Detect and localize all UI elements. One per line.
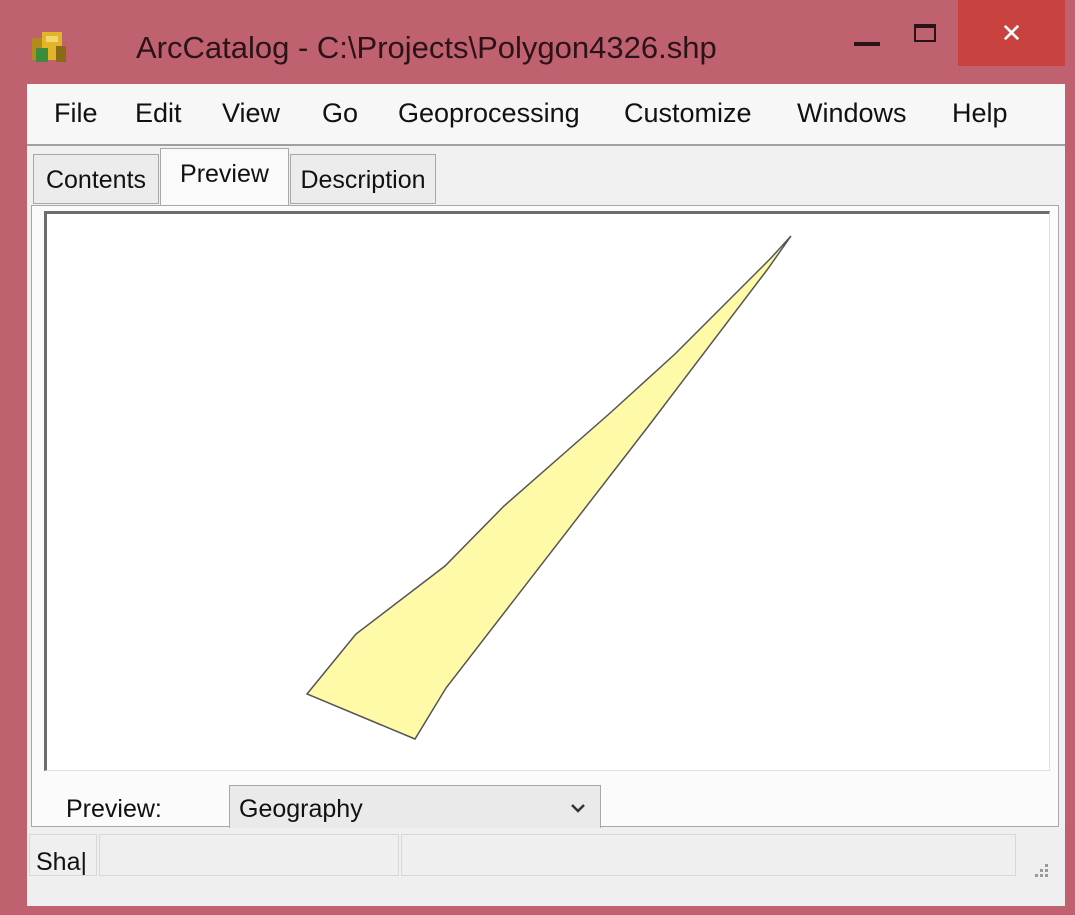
status-text: Sha| — [36, 848, 87, 876]
tab-preview[interactable]: Preview — [160, 148, 289, 206]
menu-view[interactable]: View — [222, 98, 280, 129]
tab-contents[interactable]: Contents — [33, 154, 159, 204]
maximize-icon[interactable] — [906, 16, 944, 54]
close-icon[interactable]: ✕ — [958, 0, 1065, 66]
tab-description[interactable]: Description — [290, 154, 436, 204]
geography-preview-canvas[interactable] — [44, 211, 1050, 771]
window-title: ArcCatalog - C:\Projects\Polygon4326.shp — [136, 30, 717, 65]
title-bar[interactable]: ArcCatalog - C:\Projects\Polygon4326.shp… — [0, 0, 1075, 84]
preview-mode-select[interactable]: Geography — [229, 785, 601, 832]
menu-go[interactable]: Go — [322, 98, 358, 129]
preview-svg — [305, 235, 792, 740]
status-cell-2 — [99, 834, 399, 876]
preview-panel: Preview: Geography — [31, 205, 1059, 832]
menu-bar: File Edit View Go Geoprocessing Customiz… — [27, 84, 1065, 146]
preview-mode-label: Preview: — [66, 795, 162, 823]
menu-customize[interactable]: Customize — [624, 98, 752, 129]
arccatalog-window: ArcCatalog - C:\Projects\Polygon4326.shp… — [0, 0, 1075, 915]
minimize-icon[interactable] — [848, 22, 888, 62]
status-bar: Sha| — [27, 828, 1065, 906]
arccatalog-icon — [28, 26, 72, 66]
tab-strip: Contents Preview Description — [27, 146, 1065, 206]
resize-grip-icon[interactable] — [1031, 860, 1049, 878]
menu-geoprocessing[interactable]: Geoprocessing — [398, 98, 580, 129]
preview-mode-value: Geography — [239, 795, 363, 823]
polygon-feature — [305, 235, 792, 740]
menu-edit[interactable]: Edit — [135, 98, 182, 129]
menu-windows[interactable]: Windows — [797, 98, 907, 129]
client-area: File Edit View Go Geoprocessing Customiz… — [27, 84, 1065, 906]
menu-help[interactable]: Help — [952, 98, 1008, 129]
chevron-down-icon — [568, 798, 588, 818]
menu-file[interactable]: File — [54, 98, 98, 129]
status-cell-3 — [401, 834, 1016, 876]
